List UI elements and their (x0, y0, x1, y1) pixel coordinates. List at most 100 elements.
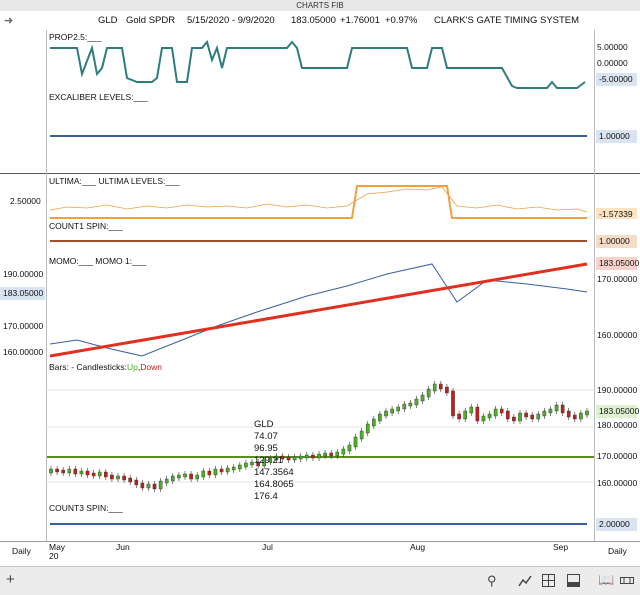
time-axis[interactable]: Daily May 20 Jun Jul Aug Sep Daily (0, 541, 640, 567)
candle-body (353, 436, 358, 448)
prop-value-tag: -5.00000 (596, 73, 637, 86)
symbol-name: Gold SPDR (126, 15, 176, 26)
candle-body (560, 404, 565, 414)
bars-panel[interactable]: Bars: - Candlesticks:Up,Down 190.00000 1… (0, 360, 640, 502)
grid-icon[interactable] (542, 574, 555, 587)
chart-header: ➜ GLD Gold SPDR 5/15/2020 - 9/9/2020 183… (0, 11, 640, 31)
candle-body (97, 471, 102, 477)
candle-body (402, 403, 407, 410)
candle-body (530, 414, 534, 420)
book-icon[interactable]: 📖 (598, 572, 614, 588)
bottom-toolbar: + ⚲ 📖 (0, 566, 640, 595)
candle-body (55, 468, 59, 473)
candle-body (329, 452, 333, 457)
price-tooltip: GLD 74.07 96.95 129.21 147.3564 164.8065… (254, 419, 294, 503)
tooltip-line: 74.07 (254, 431, 278, 442)
count3-panel[interactable]: COUNT3 SPIN:___ 2.00000 (0, 501, 640, 542)
candle-body (225, 467, 230, 473)
candle-body (506, 410, 510, 420)
candle-body (134, 479, 139, 486)
bars-tick: 160.00000 (597, 478, 638, 488)
candle-body (384, 410, 388, 417)
candle-body (298, 455, 303, 460)
candle-body (536, 413, 541, 420)
candle-body (493, 408, 498, 417)
system-name: CLARK'S GATE TIMING SYSTEM (434, 15, 580, 26)
zoom-icon[interactable] (620, 574, 634, 587)
candle-body (219, 468, 224, 473)
momo-plot (49, 262, 588, 358)
excaliber-panel[interactable]: EXCALIBER LEVELS:___ 1.00000 (0, 90, 640, 174)
candle-body (408, 402, 413, 407)
momo-tick: 160.00000 (3, 347, 44, 357)
prop-panel[interactable]: PROP2.5:___ 5.00000 0.00000 -5.00000 (0, 30, 640, 91)
candle-body (372, 418, 376, 427)
last-price: 183.05000 (291, 15, 336, 26)
momo-tick: 190.00000 (3, 269, 44, 279)
candle-body (323, 452, 327, 457)
ultima-left-tick: 2.50000 (10, 196, 41, 206)
candle-body (432, 383, 437, 392)
momo-tick: 170.00000 (3, 321, 44, 331)
bars-tick: 180.00000 (597, 420, 638, 430)
candle-body (390, 408, 394, 414)
excaliber-plot (50, 135, 587, 137)
excaliber-value-tag: 1.00000 (596, 130, 637, 143)
candle-body (67, 468, 72, 474)
count1-plot (50, 240, 587, 242)
tooltip-line: 164.8065 (254, 479, 294, 490)
candle-body (49, 468, 53, 474)
candle-body (73, 468, 78, 475)
candle-body (110, 474, 114, 480)
candle-body (116, 475, 120, 480)
candle-body (164, 478, 169, 484)
candle-body (481, 415, 486, 422)
candle-body (152, 483, 157, 490)
candle-body (548, 408, 553, 414)
ultima-panel[interactable]: ULTIMA:___ ULTIMA LEVELS:___ 2.50000 -1.… (0, 174, 640, 221)
candle-body (439, 383, 443, 390)
candle-body (426, 388, 431, 398)
candle-body (146, 483, 151, 489)
candle-body (475, 406, 480, 422)
momo-right-tick: 160.00000 (597, 330, 638, 340)
candle-body (61, 469, 65, 474)
count3-value-tag: 2.00000 (596, 518, 637, 531)
periodicity-right[interactable]: Daily (608, 546, 627, 556)
periodicity-left[interactable]: Daily (12, 546, 31, 556)
candle-body (518, 412, 522, 422)
candle-body (365, 423, 370, 434)
candle-body (158, 480, 163, 490)
add-icon[interactable]: + (6, 571, 15, 588)
candle-body (451, 390, 455, 417)
candle-body (238, 464, 242, 470)
candle-body (195, 474, 199, 480)
line-chart-icon[interactable] (518, 575, 532, 587)
panel-icon[interactable] (567, 574, 580, 587)
candle-body (554, 404, 559, 412)
tooltip-line: 129.21 (254, 455, 284, 466)
candle-body (231, 466, 236, 471)
date-range: 5/15/2020 - 9/9/2020 (187, 15, 275, 26)
search-icon[interactable]: ⚲ (487, 573, 497, 589)
candle-body (213, 468, 218, 476)
candle-body (341, 448, 346, 455)
tooltip-line: 96.95 (254, 443, 278, 454)
bars-tick: 190.00000 (597, 385, 638, 395)
candle-body (311, 454, 315, 459)
tooltip-line: 147.3564 (254, 467, 294, 478)
momo-panel[interactable]: MOMO:___ MOMO 1:___ 190.00000 183.05000 … (0, 254, 640, 361)
candle-body (347, 444, 352, 452)
month-label: Jul (262, 542, 273, 552)
candle-body (457, 413, 461, 420)
candle-body (487, 413, 492, 419)
candle-body (128, 477, 132, 483)
candle-body (396, 406, 400, 412)
count1-panel[interactable]: COUNT1 SPIN:___ 1.00000 (0, 219, 640, 255)
candle-body (566, 410, 571, 418)
month-label: Jun (116, 542, 130, 552)
forward-icon[interactable]: ➜ (4, 14, 13, 27)
candle-body (317, 453, 321, 459)
candle-body (359, 430, 364, 440)
candle-body (140, 482, 145, 489)
